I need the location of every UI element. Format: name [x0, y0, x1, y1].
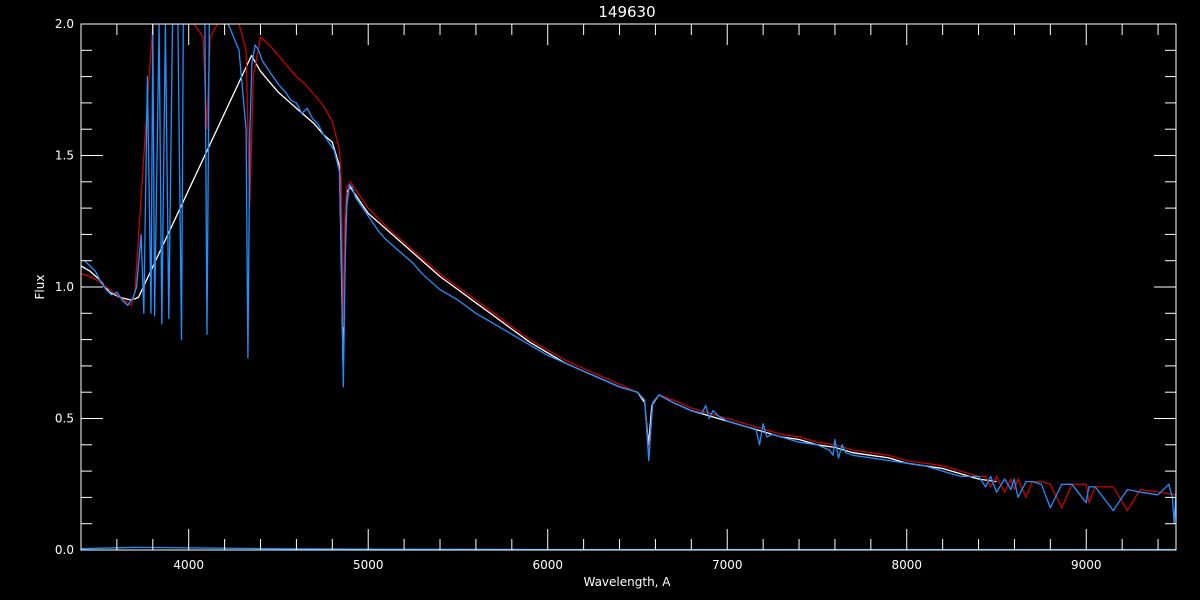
x-tick-label: 9000: [1071, 558, 1102, 572]
x-tick-label: 7000: [712, 558, 743, 572]
y-tick-label: 2.0: [55, 17, 74, 31]
y-axis-label: Flux: [33, 275, 47, 300]
series-line-3: [84, 24, 1176, 525]
y-axis: 0.0 0.5 1.0 1.5 2.0: [55, 17, 1176, 557]
y-tick-label: 0.5: [55, 412, 74, 426]
x-axis: 4000 5000 6000 7000 8000 9000: [80, 24, 1159, 572]
spectrum-chart: 149630 0.0 0.5 1.0 1.5 2.0 4000 5000 6000 7000 8…: [33, 3, 1177, 589]
y-tick-label: 1.5: [55, 149, 74, 163]
y-tick-label: 0.0: [55, 543, 74, 557]
x-axis-label: Wavelength, A: [583, 575, 671, 589]
y-tick-label: 1.0: [55, 280, 74, 294]
x-tick-label: 6000: [532, 558, 563, 572]
x-tick-label: 5000: [353, 558, 384, 572]
series-line-2: [81, 24, 1176, 512]
x-tick-label: 4000: [173, 558, 204, 572]
x-tick-label: 8000: [891, 558, 922, 572]
plot-frame: [80, 23, 1177, 551]
series-line-4: [81, 546, 1176, 550]
plot-area: [81, 24, 1176, 550]
series-line-1: [81, 54, 997, 483]
chart-title: 149630: [598, 3, 655, 21]
